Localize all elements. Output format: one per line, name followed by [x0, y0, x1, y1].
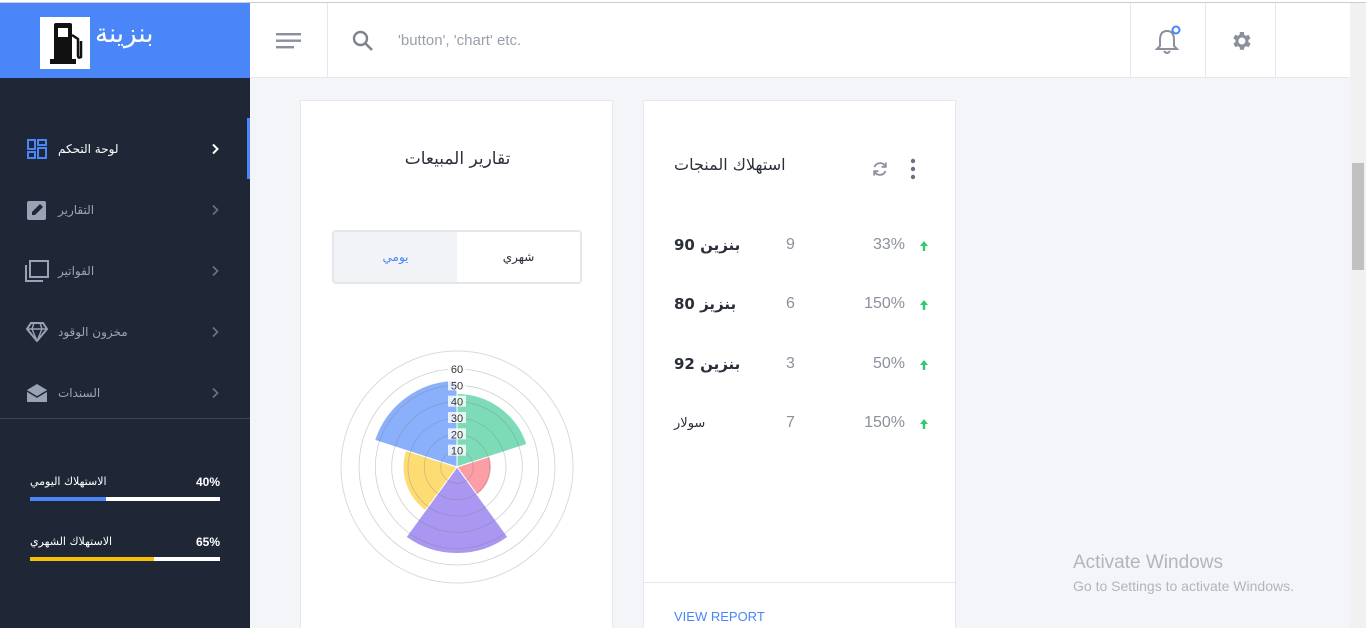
progress-label: الاستهلاك اليومي: [30, 475, 107, 488]
sidebar-item-label: لوحة التحكم: [58, 141, 119, 156]
progress-fill: [30, 557, 154, 561]
sidebar-item-reports[interactable]: التقارير: [0, 179, 250, 240]
chevron-right-icon: [212, 204, 219, 215]
list-item: سولار 7 150%: [674, 412, 929, 436]
chevron-right-icon: [212, 143, 219, 154]
chart-tick-label: 10: [451, 446, 463, 458]
top-header: [250, 3, 1350, 78]
chart-tick-label: 60: [451, 364, 463, 376]
chart-tick-label: 50: [451, 380, 463, 392]
product-count: 6: [786, 295, 795, 312]
card-title: تقارير المبيعات: [404, 149, 511, 169]
progress-track: [30, 557, 220, 561]
sidebar-item-label: مخزون الوقود: [58, 324, 128, 339]
product-count: 9: [786, 236, 795, 253]
more-vertical-icon[interactable]: [906, 158, 920, 180]
chart-tick-label: 20: [451, 429, 463, 441]
monthly-toggle-button[interactable]: شهري: [457, 232, 580, 282]
chevron-right-icon: [212, 326, 219, 337]
arrow-up-icon: [920, 360, 928, 370]
brand-header[interactable]: بنزينة: [0, 3, 250, 78]
diamond-icon: [25, 320, 49, 344]
sidebar-divider: [0, 418, 250, 419]
polar-segment: [374, 379, 458, 468]
progress-track: [30, 497, 220, 501]
bell-icon: [1154, 25, 1181, 54]
product-name: بنزين 90: [674, 236, 741, 254]
list-item: بنزين 90 9 33%: [674, 234, 929, 258]
refresh-icon[interactable]: [870, 159, 890, 179]
list-item: بنزيز 80 6 150%: [674, 293, 929, 317]
progress-value: 65%: [195, 535, 220, 549]
sidebar-item-invoices[interactable]: الفواتير: [0, 240, 250, 301]
arrow-up-icon: [920, 300, 928, 310]
brand-title: بنزينة: [95, 19, 154, 49]
arrow-up-icon: [920, 419, 928, 429]
daily-toggle-button[interactable]: يومي: [334, 232, 457, 282]
product-count: 3: [786, 355, 795, 372]
sidebar-item-label: الفواتير: [58, 263, 95, 278]
card-title: استهلاك المنجات: [674, 155, 786, 174]
scrollbar-thumb[interactable]: [1352, 163, 1364, 270]
product-percent: 150%: [864, 414, 905, 431]
fuel-pump-logo-icon: [40, 17, 90, 69]
view-report-link[interactable]: VIEW REPORT: [674, 609, 765, 624]
hamburger-icon: [275, 32, 301, 48]
products-consumption-card: استهلاك المنجات بنزين 90 9 33% بنزيز 80 …: [643, 100, 957, 628]
settings-button[interactable]: [1206, 3, 1276, 78]
gear-icon: [1232, 31, 1251, 50]
card-divider: [644, 582, 957, 583]
sales-polar-chart: 10 20 30 40 50 60: [340, 350, 574, 584]
watermark-title: Activate Windows: [1073, 552, 1223, 573]
progress-fill: [30, 497, 106, 501]
page-scrollbar[interactable]: [1350, 3, 1366, 628]
chevron-right-icon: [212, 265, 219, 276]
product-name: سولار: [674, 416, 706, 431]
edit-report-icon: [25, 198, 49, 222]
search-bar[interactable]: [328, 3, 1130, 78]
sales-report-card: تقارير المبيعات يومي شهري 10 20 30 40 50 60: [300, 100, 613, 628]
invoices-stack-icon: [25, 259, 49, 283]
product-percent: 50%: [872, 355, 905, 372]
watermark-subtitle: Go to Settings to activate Windows.: [1073, 578, 1294, 594]
product-percent: 33%: [872, 236, 905, 253]
sidebar-item-fuel-stock[interactable]: مخزون الوقود: [0, 301, 250, 362]
list-item: بنزين 92 3 50%: [674, 353, 929, 377]
period-toggle[interactable]: يومي شهري: [332, 230, 582, 284]
chart-tick-label: 30: [451, 413, 463, 425]
sidebar-item-label: التقارير: [58, 202, 95, 217]
progress-value: 40%: [195, 475, 220, 489]
sidebar-item-label: السندات: [58, 385, 101, 400]
arrow-up-icon: [920, 241, 928, 251]
notifications-button[interactable]: [1130, 3, 1206, 78]
active-indicator: [247, 118, 250, 179]
chart-tick-label: 40: [451, 397, 463, 409]
activate-windows-watermark: Activate Windows Go to Settings to activ…: [1073, 552, 1294, 594]
sidebar-item-vouchers[interactable]: السندات: [0, 362, 250, 423]
search-icon[interactable]: [352, 30, 382, 52]
product-name: بنزين 92: [674, 355, 741, 373]
product-count: 7: [786, 414, 795, 431]
dashboard-grid-icon: [25, 137, 49, 161]
product-name: بنزيز 80: [674, 295, 737, 313]
sidebar: لوحة التحكم التقارير الفواتير مخزون الوق…: [0, 78, 250, 628]
chevron-right-icon: [212, 387, 219, 398]
polar-segment: [456, 392, 528, 468]
menu-toggle-button[interactable]: [250, 3, 328, 78]
progress-label: الاستهلاك الشهري: [30, 535, 113, 548]
envelope-icon: [25, 381, 49, 405]
sidebar-item-dashboard[interactable]: لوحة التحكم: [0, 118, 250, 179]
search-input[interactable]: [398, 32, 798, 49]
product-percent: 150%: [864, 295, 905, 312]
